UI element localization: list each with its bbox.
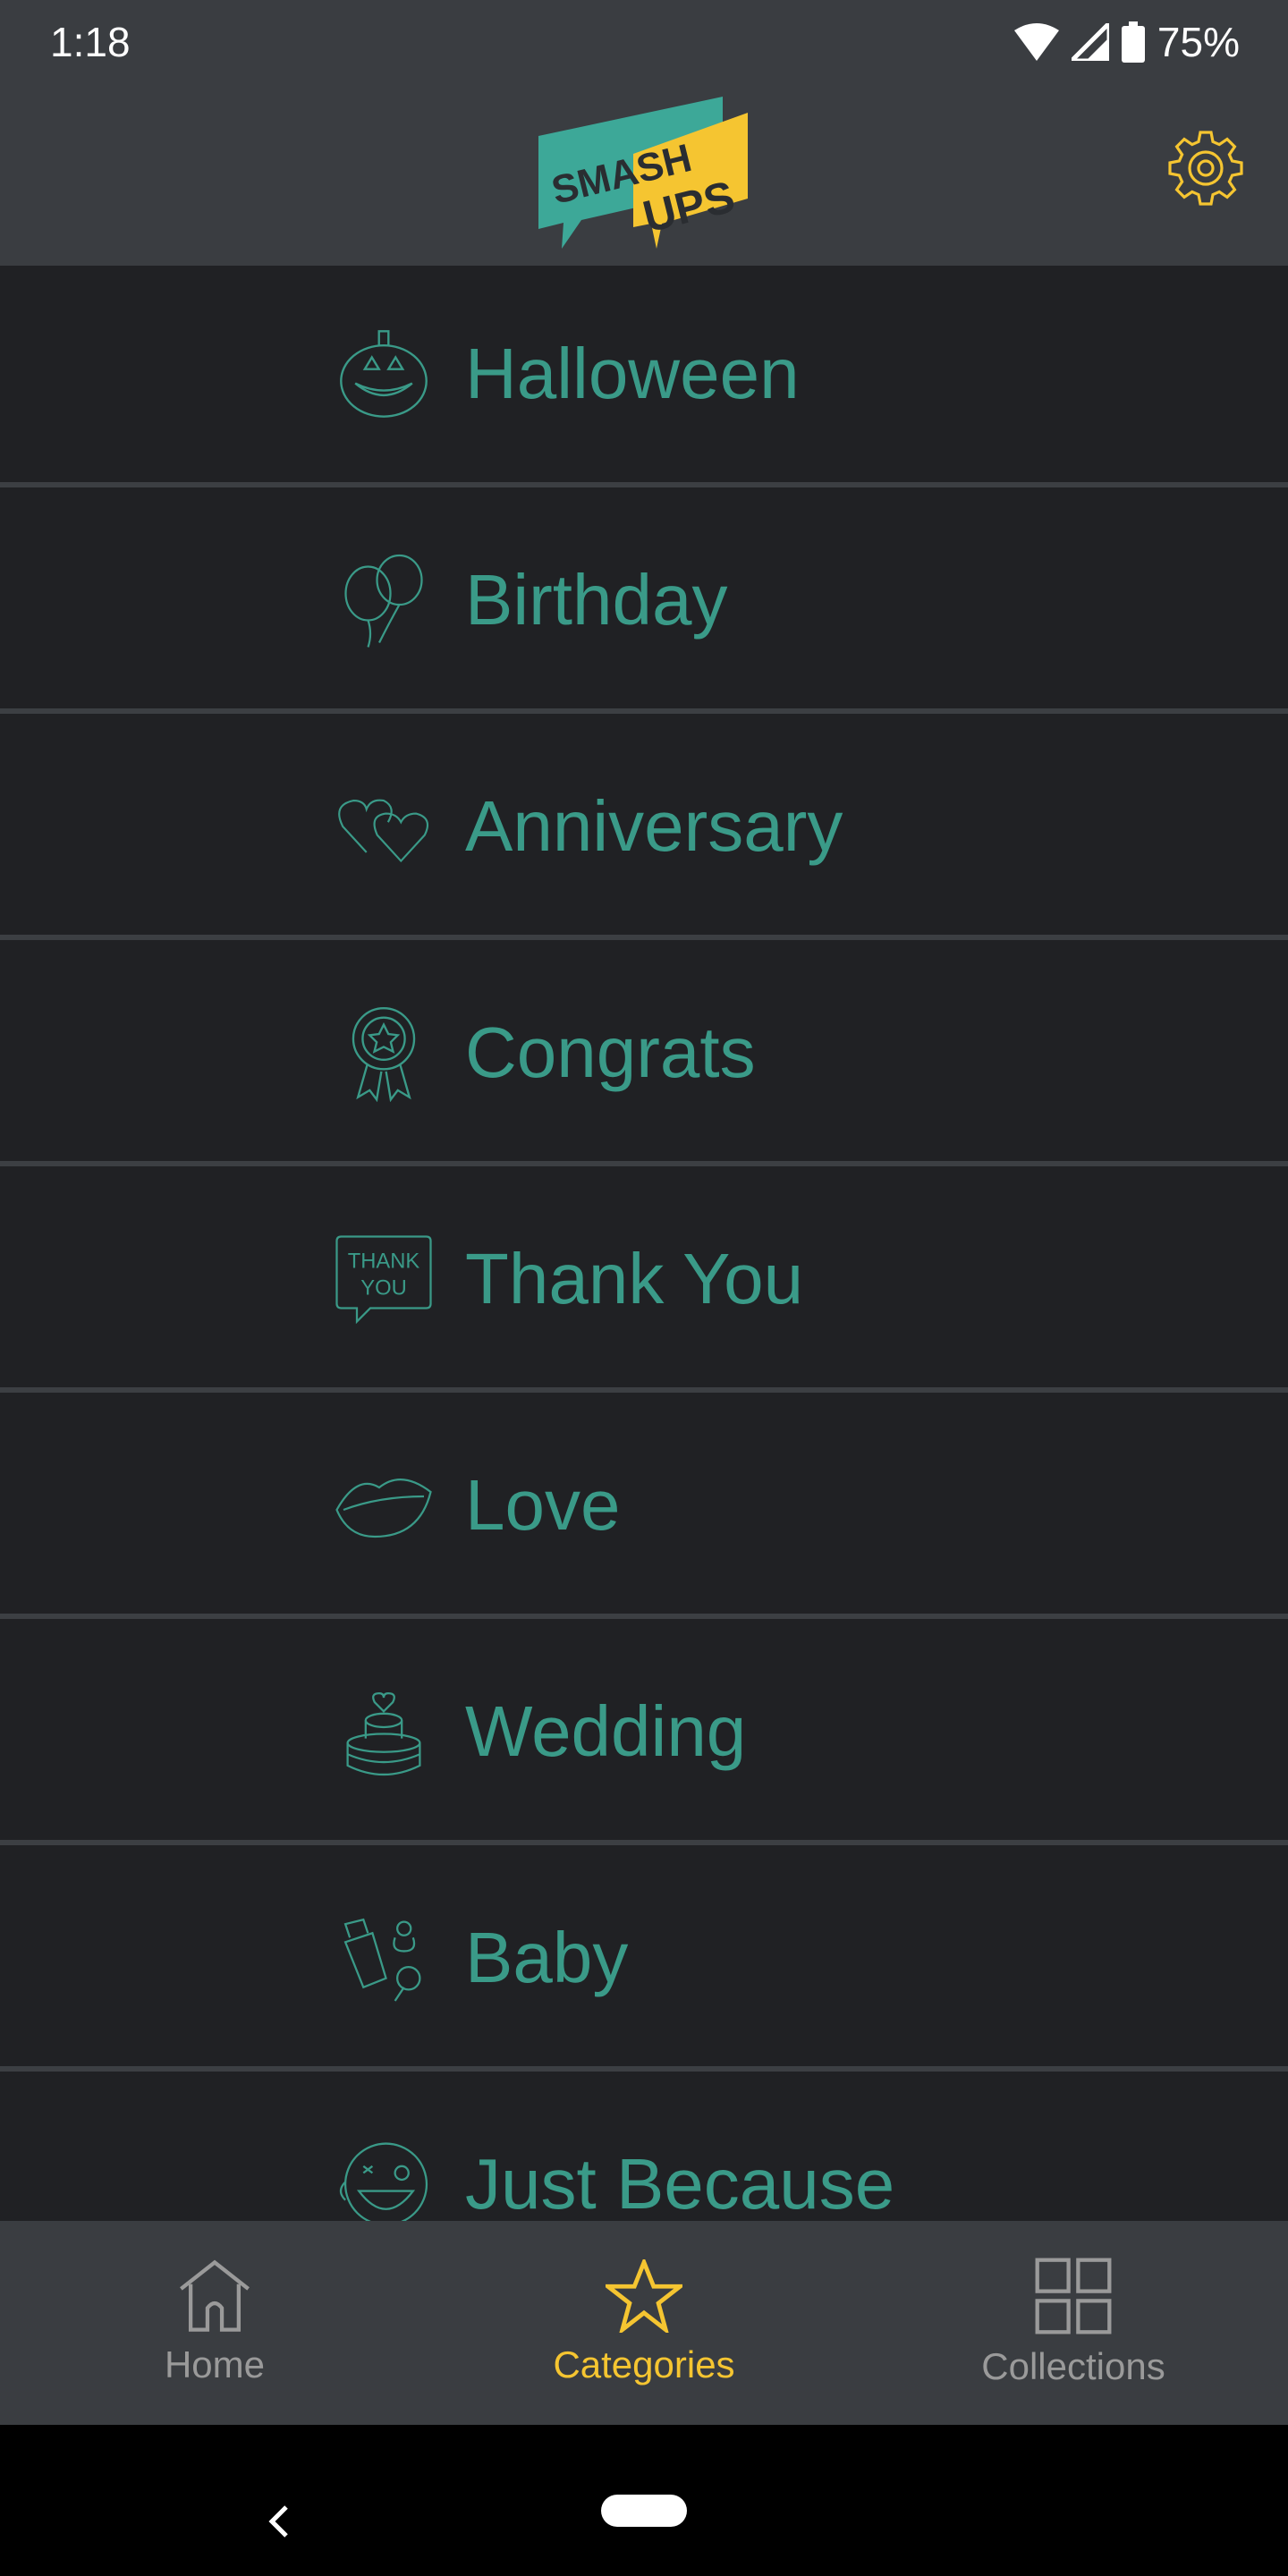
category-label: Just Because (465, 2144, 895, 2221)
system-navigation-bar (0, 2425, 1288, 2576)
app-header: 1:18 75% SMASH UPS (0, 0, 1288, 266)
award-ribbon-icon (335, 1004, 433, 1102)
category-thank-you[interactable]: THANK YOU Thank You (0, 1171, 1288, 1393)
hearts-icon (335, 777, 433, 876)
category-label: Wedding (465, 1691, 747, 1771)
home-icon (180, 2259, 250, 2332)
wedding-cake-icon (335, 1682, 433, 1781)
category-halloween[interactable]: Halloween (0, 266, 1288, 487)
back-icon[interactable] (265, 2504, 292, 2539)
svg-text:THANK: THANK (348, 1250, 420, 1274)
status-icons: 75% (1013, 18, 1240, 66)
pumpkin-icon (335, 325, 433, 423)
category-label: Love (465, 1465, 621, 1545)
thank-you-bubble-icon: THANK YOU (335, 1230, 433, 1328)
balloons-icon (335, 551, 433, 649)
category-label: Anniversary (465, 786, 843, 866)
category-love[interactable]: Love (0, 1397, 1288, 1619)
category-list[interactable]: Halloween Birthday Anniversary Congrats … (0, 266, 1288, 2221)
category-label: Halloween (465, 334, 800, 413)
battery-percent: 75% (1157, 19, 1240, 65)
smash-ups-logo: SMASH UPS (538, 97, 748, 249)
category-birthday[interactable]: Birthday (0, 492, 1288, 714)
category-label: Congrats (465, 1013, 756, 1092)
gear-icon[interactable] (1163, 125, 1249, 211)
nav-collections[interactable]: Collections (859, 2221, 1288, 2425)
star-icon (606, 2259, 682, 2333)
category-wedding[interactable]: Wedding (0, 1623, 1288, 1845)
category-baby[interactable]: Baby (0, 1850, 1288, 2072)
nav-categories[interactable]: Categories (429, 2221, 859, 2425)
wifi-icon (1013, 23, 1059, 61)
battery-icon (1121, 21, 1145, 63)
category-just-because[interactable]: Just Because (0, 2076, 1288, 2221)
category-anniversary[interactable]: Anniversary (0, 718, 1288, 940)
status-time: 1:18 (50, 19, 131, 65)
home-pill-button[interactable] (601, 2495, 687, 2527)
category-congrats[interactable]: Congrats (0, 945, 1288, 1166)
winking-face-icon (335, 2135, 433, 2221)
category-label: Birthday (465, 560, 728, 640)
nav-label: Collections (981, 2345, 1165, 2387)
signal-icon (1071, 23, 1109, 61)
nav-label: Categories (553, 2343, 735, 2385)
lips-icon (335, 1456, 433, 1555)
nav-home[interactable]: Home (0, 2221, 429, 2425)
svg-text:YOU: YOU (360, 1276, 406, 1301)
baby-bottle-icon (335, 1909, 433, 2007)
category-label: Thank You (465, 1239, 804, 1318)
bottom-navigation: Home Categories Collections (0, 2221, 1288, 2425)
grid-icon (1035, 2258, 1112, 2334)
category-label: Baby (465, 1918, 629, 1997)
nav-label: Home (164, 2343, 266, 2385)
